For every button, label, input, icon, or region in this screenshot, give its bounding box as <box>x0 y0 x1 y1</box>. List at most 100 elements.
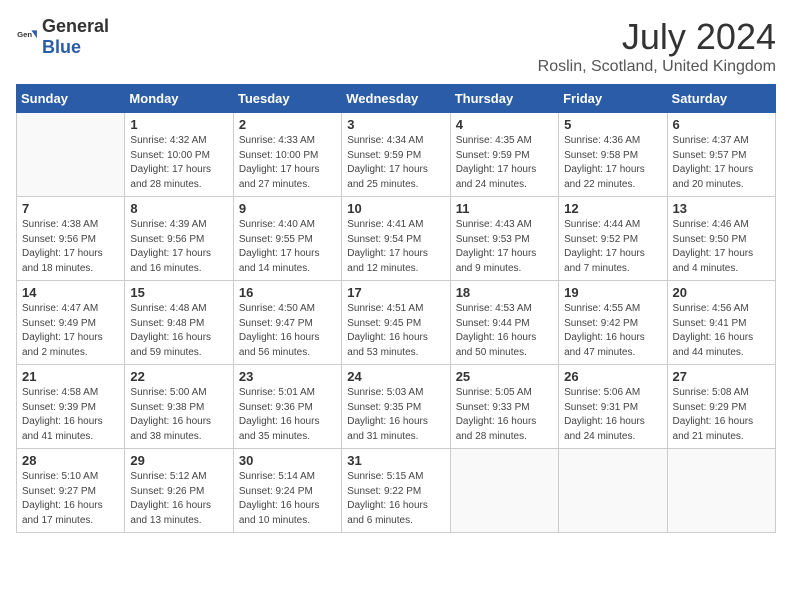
calendar-day-cell: 7Sunrise: 4:38 AM Sunset: 9:56 PM Daylig… <box>17 197 125 281</box>
calendar-day-cell: 1 Sunrise: 4:32 AM Sunset: 10:00 PM Dayli… <box>125 113 233 197</box>
day-info: Sunrise: 4:51 AM Sunset: 9:45 PM Dayligh… <box>347 302 444 360</box>
page-header: Gen General Blue July 2024 Roslin, Scotl… <box>16 16 776 76</box>
calendar-day-cell: 17 Sunrise: 4:51 AM Sunset: 9:45 PM Dayli… <box>342 281 450 365</box>
day-info: Sunrise: 4:40 AM Sunset: 9:55 PM Dayligh… <box>239 218 336 276</box>
day-number: 1 <box>130 117 227 132</box>
day-number: 16 <box>239 285 336 300</box>
calendar-day-cell <box>559 449 667 533</box>
day-info: Sunrise: 4:44 AM Sunset: 9:52 PM Dayligh… <box>564 218 661 276</box>
day-info: Sunrise: 5:00 AM Sunset: 9:38 PM Dayligh… <box>130 386 227 444</box>
day-of-week-header: Thursday <box>450 85 558 113</box>
day-number: 17 <box>347 285 444 300</box>
calendar-week-row: 7Sunrise: 4:38 AM Sunset: 9:56 PM Daylig… <box>17 197 776 281</box>
calendar-day-cell <box>667 449 775 533</box>
day-info: Sunrise: 5:03 AM Sunset: 9:35 PM Dayligh… <box>347 386 444 444</box>
day-number: 3 <box>347 117 444 132</box>
title-block: July 2024 Roslin, Scotland, United Kingd… <box>538 16 776 76</box>
day-number: 25 <box>456 369 553 384</box>
calendar-day-cell: 3 Sunrise: 4:34 AM Sunset: 9:59 PM Daylig… <box>342 113 450 197</box>
day-info: Sunrise: 4:33 AM Sunset: 10:00 PM Daylig… <box>239 134 336 192</box>
calendar-day-cell <box>450 449 558 533</box>
logo-text: General Blue <box>42 16 109 58</box>
day-of-week-header: Monday <box>125 85 233 113</box>
day-info: Sunrise: 4:55 AM Sunset: 9:42 PM Dayligh… <box>564 302 661 360</box>
calendar-day-cell: 29 Sunrise: 5:12 AM Sunset: 9:26 PM Dayli… <box>125 449 233 533</box>
day-number: 28 <box>22 453 119 468</box>
day-info: Sunrise: 5:08 AM Sunset: 9:29 PM Dayligh… <box>673 386 770 444</box>
day-info: Sunrise: 4:48 AM Sunset: 9:48 PM Dayligh… <box>130 302 227 360</box>
day-info: Sunrise: 4:43 AM Sunset: 9:53 PM Dayligh… <box>456 218 553 276</box>
day-number: 20 <box>673 285 770 300</box>
calendar-table: SundayMondayTuesdayWednesdayThursdayFrid… <box>16 84 776 533</box>
day-number: 21 <box>22 369 119 384</box>
calendar-day-cell: 31Sunrise: 5:15 AM Sunset: 9:22 PM Dayli… <box>342 449 450 533</box>
day-number: 8 <box>130 201 227 216</box>
calendar-day-cell: 4Sunrise: 4:35 AM Sunset: 9:59 PM Daylig… <box>450 113 558 197</box>
calendar-day-cell: 23Sunrise: 5:01 AM Sunset: 9:36 PM Dayli… <box>233 365 341 449</box>
day-info: Sunrise: 5:01 AM Sunset: 9:36 PM Dayligh… <box>239 386 336 444</box>
month-title: July 2024 <box>538 16 776 58</box>
svg-text:Gen: Gen <box>17 30 32 39</box>
calendar-day-cell: 8 Sunrise: 4:39 AM Sunset: 9:56 PM Daylig… <box>125 197 233 281</box>
calendar-day-cell: 28 Sunrise: 5:10 AM Sunset: 9:27 PM Dayli… <box>17 449 125 533</box>
day-info: Sunrise: 4:58 AM Sunset: 9:39 PM Dayligh… <box>22 386 119 444</box>
day-number: 29 <box>130 453 227 468</box>
day-number: 19 <box>564 285 661 300</box>
calendar-day-cell: 12Sunrise: 4:44 AM Sunset: 9:52 PM Dayli… <box>559 197 667 281</box>
calendar-day-cell: 5Sunrise: 4:36 AM Sunset: 9:58 PM Daylig… <box>559 113 667 197</box>
calendar-day-cell: 2 Sunrise: 4:33 AM Sunset: 10:00 PM Dayli… <box>233 113 341 197</box>
day-info: Sunrise: 4:47 AM Sunset: 9:49 PM Dayligh… <box>22 302 119 360</box>
calendar-day-cell: 18Sunrise: 4:53 AM Sunset: 9:44 PM Dayli… <box>450 281 558 365</box>
day-info: Sunrise: 4:32 AM Sunset: 10:00 PM Daylig… <box>130 134 227 192</box>
day-of-week-header: Tuesday <box>233 85 341 113</box>
logo-icon: Gen <box>16 26 38 48</box>
calendar-day-cell: 25 Sunrise: 5:05 AM Sunset: 9:33 PM Dayli… <box>450 365 558 449</box>
calendar-day-cell: 27 Sunrise: 5:08 AM Sunset: 9:29 PM Dayli… <box>667 365 775 449</box>
day-info: Sunrise: 4:34 AM Sunset: 9:59 PM Dayligh… <box>347 134 444 192</box>
day-info: Sunrise: 5:14 AM Sunset: 9:24 PM Dayligh… <box>239 470 336 528</box>
day-info: Sunrise: 5:10 AM Sunset: 9:27 PM Dayligh… <box>22 470 119 528</box>
calendar-day-cell: 30 Sunrise: 5:14 AM Sunset: 9:24 PM Dayli… <box>233 449 341 533</box>
calendar-week-row: 21 Sunrise: 4:58 AM Sunset: 9:39 PM Dayli… <box>17 365 776 449</box>
day-number: 2 <box>239 117 336 132</box>
calendar-day-cell: 15 Sunrise: 4:48 AM Sunset: 9:48 PM Dayli… <box>125 281 233 365</box>
day-of-week-header: Sunday <box>17 85 125 113</box>
day-info: Sunrise: 4:37 AM Sunset: 9:57 PM Dayligh… <box>673 134 770 192</box>
day-number: 14 <box>22 285 119 300</box>
logo-general: General <box>42 16 109 36</box>
day-info: Sunrise: 4:39 AM Sunset: 9:56 PM Dayligh… <box>130 218 227 276</box>
calendar-day-cell: 19 Sunrise: 4:55 AM Sunset: 9:42 PM Dayli… <box>559 281 667 365</box>
day-number: 10 <box>347 201 444 216</box>
day-number: 11 <box>456 201 553 216</box>
day-info: Sunrise: 4:36 AM Sunset: 9:58 PM Dayligh… <box>564 134 661 192</box>
logo-blue: Blue <box>42 37 81 57</box>
logo: Gen General Blue <box>16 16 109 58</box>
day-number: 15 <box>130 285 227 300</box>
day-of-week-header: Friday <box>559 85 667 113</box>
day-number: 9 <box>239 201 336 216</box>
day-number: 18 <box>456 285 553 300</box>
day-info: Sunrise: 5:12 AM Sunset: 9:26 PM Dayligh… <box>130 470 227 528</box>
calendar-week-row: 14 Sunrise: 4:47 AM Sunset: 9:49 PM Dayli… <box>17 281 776 365</box>
days-of-week-header: SundayMondayTuesdayWednesdayThursdayFrid… <box>17 85 776 113</box>
calendar-day-cell: 26Sunrise: 5:06 AM Sunset: 9:31 PM Dayli… <box>559 365 667 449</box>
day-number: 26 <box>564 369 661 384</box>
location-label: Roslin, Scotland, United Kingdom <box>538 58 776 76</box>
day-info: Sunrise: 4:38 AM Sunset: 9:56 PM Dayligh… <box>22 218 119 276</box>
day-info: Sunrise: 4:46 AM Sunset: 9:50 PM Dayligh… <box>673 218 770 276</box>
day-number: 30 <box>239 453 336 468</box>
day-info: Sunrise: 4:50 AM Sunset: 9:47 PM Dayligh… <box>239 302 336 360</box>
day-info: Sunrise: 4:41 AM Sunset: 9:54 PM Dayligh… <box>347 218 444 276</box>
calendar-day-cell: 16 Sunrise: 4:50 AM Sunset: 9:47 PM Dayli… <box>233 281 341 365</box>
day-number: 24 <box>347 369 444 384</box>
day-number: 27 <box>673 369 770 384</box>
day-info: Sunrise: 5:15 AM Sunset: 9:22 PM Dayligh… <box>347 470 444 528</box>
calendar-day-cell: 10 Sunrise: 4:41 AM Sunset: 9:54 PM Dayli… <box>342 197 450 281</box>
day-info: Sunrise: 5:05 AM Sunset: 9:33 PM Dayligh… <box>456 386 553 444</box>
day-number: 13 <box>673 201 770 216</box>
calendar-day-cell: 11 Sunrise: 4:43 AM Sunset: 9:53 PM Dayli… <box>450 197 558 281</box>
day-of-week-header: Saturday <box>667 85 775 113</box>
calendar-week-row: 28 Sunrise: 5:10 AM Sunset: 9:27 PM Dayli… <box>17 449 776 533</box>
calendar-week-row: 1 Sunrise: 4:32 AM Sunset: 10:00 PM Dayli… <box>17 113 776 197</box>
calendar-day-cell: 21 Sunrise: 4:58 AM Sunset: 9:39 PM Dayli… <box>17 365 125 449</box>
